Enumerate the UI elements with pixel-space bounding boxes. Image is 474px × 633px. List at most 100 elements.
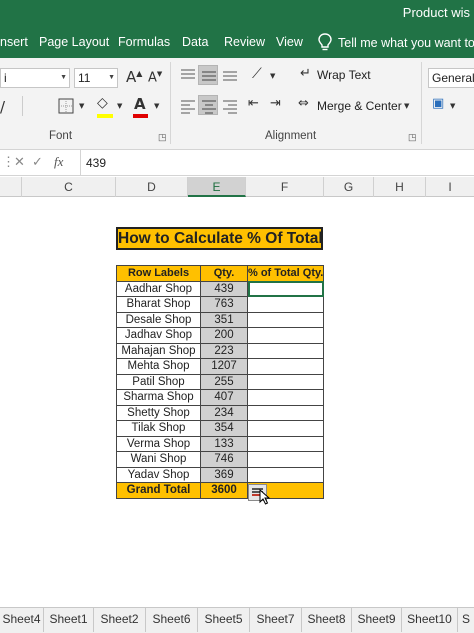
row-label-cell[interactable]: Yadav Shop bbox=[116, 466, 201, 483]
pct-total-cell[interactable] bbox=[246, 358, 325, 375]
orientation-icon[interactable]: ⟋ bbox=[252, 66, 262, 82]
tab-review[interactable]: Review bbox=[224, 35, 265, 49]
sheet-tab[interactable]: Sheet4 bbox=[0, 608, 44, 632]
column-header-d[interactable]: D bbox=[116, 177, 188, 197]
column-header-b[interactable] bbox=[0, 177, 22, 197]
enter-icon[interactable]: ✓ bbox=[32, 154, 43, 170]
sheet-tab[interactable]: Sheet2 bbox=[94, 608, 146, 632]
grand-total-label[interactable]: Grand Total bbox=[116, 482, 201, 499]
header-row-labels[interactable]: Row Labels bbox=[116, 265, 201, 282]
qty-cell[interactable]: 407 bbox=[200, 389, 248, 406]
increase-font-size-icon[interactable]: A▲ bbox=[126, 68, 142, 86]
tab-view[interactable]: View bbox=[276, 35, 303, 49]
qty-cell[interactable]: 369 bbox=[200, 466, 248, 483]
align-center-icon[interactable] bbox=[198, 95, 218, 115]
sheet-tab[interactable]: Sheet5 bbox=[198, 608, 250, 632]
pct-total-cell[interactable] bbox=[246, 280, 325, 297]
row-label-cell[interactable]: Sharma Shop bbox=[116, 389, 201, 406]
header-pct-total[interactable]: % of Total Qty. bbox=[246, 265, 325, 282]
cancel-icon[interactable]: ✕ bbox=[14, 154, 25, 170]
row-label-cell[interactable]: Mahajan Shop bbox=[116, 342, 201, 359]
column-header-h[interactable]: H bbox=[374, 177, 426, 197]
borders-icon[interactable] bbox=[58, 98, 74, 114]
dialog-launcher-icon[interactable]: ◳ bbox=[408, 132, 417, 143]
merge-center-button[interactable]: Merge & Center bbox=[317, 99, 402, 113]
pct-total-cell[interactable] bbox=[246, 373, 325, 390]
chevron-down-icon[interactable]: ▼ bbox=[270, 72, 275, 80]
merge-center-icon[interactable]: ⇔ bbox=[298, 96, 309, 111]
pct-total-cell[interactable] bbox=[246, 311, 325, 328]
row-label-cell[interactable]: Tilak Shop bbox=[116, 420, 201, 437]
row-label-cell[interactable]: Patil Shop bbox=[116, 373, 201, 390]
row-label-cell[interactable]: Mehta Shop bbox=[116, 358, 201, 375]
chevron-down-icon[interactable]: ▼ bbox=[154, 102, 159, 110]
sheet-heading[interactable]: How to Calculate % Of Total bbox=[116, 227, 323, 250]
row-label-cell[interactable]: Shetty Shop bbox=[116, 404, 201, 421]
qty-cell[interactable]: 234 bbox=[200, 404, 248, 421]
sheet-tab[interactable]: S bbox=[458, 608, 474, 632]
font-size-box[interactable]: 11 ▼ bbox=[74, 68, 118, 88]
pct-total-cell[interactable] bbox=[246, 420, 325, 437]
qty-cell[interactable]: 255 bbox=[200, 373, 248, 390]
row-label-cell[interactable]: Aadhar Shop bbox=[116, 280, 201, 297]
qty-cell[interactable]: 1207 bbox=[200, 358, 248, 375]
grand-total-qty[interactable]: 3600 bbox=[200, 482, 248, 499]
wrap-text-button[interactable]: Wrap Text bbox=[317, 68, 371, 82]
align-top-icon[interactable] bbox=[180, 68, 196, 82]
qty-cell[interactable]: 763 bbox=[200, 296, 248, 313]
tab-page-layout[interactable]: Page Layout bbox=[39, 35, 109, 49]
pct-total-cell[interactable] bbox=[246, 404, 325, 421]
tab-insert[interactable]: nsert bbox=[0, 35, 28, 49]
font-name-box[interactable]: i ▼ bbox=[0, 68, 70, 88]
decrease-indent-icon[interactable]: ⇤ bbox=[248, 96, 259, 111]
qty-cell[interactable]: 133 bbox=[200, 435, 248, 452]
pct-total-cell[interactable] bbox=[246, 451, 325, 468]
currency-format-icon[interactable]: ▣ bbox=[432, 96, 444, 111]
header-qty[interactable]: Qty. bbox=[200, 265, 248, 282]
chevron-down-icon[interactable]: ▼ bbox=[79, 102, 84, 110]
pct-total-cell[interactable] bbox=[246, 435, 325, 452]
qty-cell[interactable]: 200 bbox=[200, 327, 248, 344]
chevron-down-icon[interactable]: ▼ bbox=[117, 102, 122, 110]
font-color-icon[interactable]: A bbox=[134, 95, 146, 113]
chevron-down-icon[interactable]: ▼ bbox=[60, 74, 67, 81]
qty-cell[interactable]: 746 bbox=[200, 451, 248, 468]
number-format-box[interactable]: General bbox=[428, 68, 474, 88]
sheet-tab[interactable]: Sheet10 bbox=[402, 608, 458, 632]
qty-cell[interactable]: 223 bbox=[200, 342, 248, 359]
sheet-tab[interactable]: Sheet7 bbox=[250, 608, 302, 632]
sheet-tab[interactable]: Sheet1 bbox=[44, 608, 94, 632]
insert-function-icon[interactable]: fx bbox=[54, 154, 63, 170]
dialog-launcher-icon[interactable]: ◳ bbox=[158, 132, 167, 143]
column-header-g[interactable]: G bbox=[324, 177, 374, 197]
qty-cell[interactable]: 439 bbox=[200, 280, 248, 297]
fill-color-icon[interactable]: ◇ bbox=[97, 95, 108, 111]
qty-cell[interactable]: 351 bbox=[200, 311, 248, 328]
column-header-c[interactable]: C bbox=[22, 177, 116, 197]
row-label-cell[interactable]: Bharat Shop bbox=[116, 296, 201, 313]
chevron-down-icon[interactable]: ▼ bbox=[108, 74, 115, 81]
pct-total-cell[interactable] bbox=[246, 389, 325, 406]
tab-data[interactable]: Data bbox=[182, 35, 208, 49]
align-right-icon[interactable] bbox=[222, 98, 238, 114]
column-header-i[interactable]: I bbox=[426, 177, 474, 197]
increase-indent-icon[interactable]: ⇥ bbox=[270, 96, 281, 111]
decrease-font-size-icon[interactable]: A▼ bbox=[148, 70, 162, 85]
pct-total-cell[interactable] bbox=[246, 327, 325, 344]
sheet-tab[interactable]: Sheet8 bbox=[302, 608, 352, 632]
align-left-icon[interactable] bbox=[180, 98, 196, 114]
tell-me-box[interactable]: Tell me what you want to bbox=[318, 33, 474, 51]
formula-input[interactable]: 439 bbox=[86, 156, 106, 170]
row-label-cell[interactable]: Wani Shop bbox=[116, 451, 201, 468]
pct-total-cell[interactable] bbox=[246, 342, 325, 359]
underline-icon[interactable]: / bbox=[0, 98, 5, 116]
chevron-down-icon[interactable]: ▼ bbox=[450, 102, 455, 110]
qty-cell[interactable]: 354 bbox=[200, 420, 248, 437]
sheet-tab[interactable]: Sheet9 bbox=[352, 608, 402, 632]
column-header-e[interactable]: E bbox=[188, 177, 246, 197]
align-bottom-icon[interactable] bbox=[222, 68, 238, 82]
row-label-cell[interactable]: Verma Shop bbox=[116, 435, 201, 452]
pct-total-cell[interactable] bbox=[246, 296, 325, 313]
row-label-cell[interactable]: Desale Shop bbox=[116, 311, 201, 328]
chevron-down-icon[interactable]: ▼ bbox=[404, 102, 409, 110]
